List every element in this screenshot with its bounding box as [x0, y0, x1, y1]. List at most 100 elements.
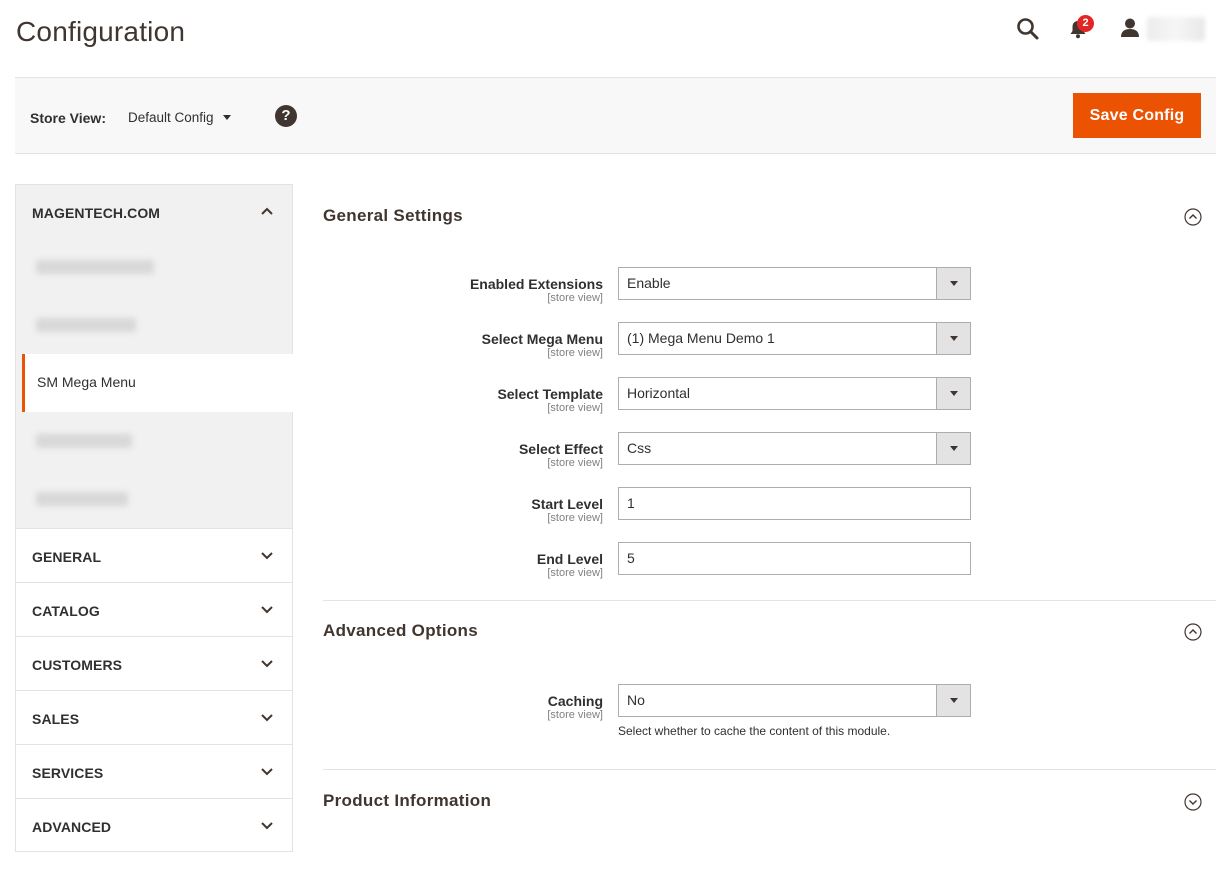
field-row-select-template: Select Template [store view] Horizontal — [323, 377, 1216, 432]
field-scope: [store view] — [547, 512, 603, 524]
field-row-select-mega-menu: Select Mega Menu [store view] (1) Mega M… — [323, 322, 1216, 377]
field-label: End Level — [536, 551, 603, 567]
template-select[interactable]: Horizontal — [618, 377, 971, 410]
field-scope: [store view] — [547, 292, 603, 304]
sidebar-section-title: CATALOG — [32, 603, 100, 619]
field-scope: [store view] — [547, 709, 603, 721]
sidebar-item-label: SM Mega Menu — [37, 374, 136, 390]
field-label-group: Start Level [store view] — [531, 496, 603, 524]
chevron-down-icon — [261, 768, 273, 776]
sidebar-section-catalog[interactable]: CATALOG — [15, 582, 293, 636]
config-main: General Settings Enabled Extensions [sto… — [323, 184, 1216, 830]
select-value: Css — [627, 440, 652, 456]
sidebar-section-title: MAGENTECH.COM — [32, 205, 161, 221]
store-view-switcher[interactable]: Default Config — [128, 110, 231, 125]
sidebar-section-title: GENERAL — [32, 549, 102, 565]
select-value: Enable — [627, 275, 671, 291]
sidebar-section-title: SALES — [32, 711, 80, 727]
dropdown-arrow-icon — [936, 378, 970, 409]
save-config-button[interactable]: Save Config — [1073, 93, 1201, 138]
field-label-group: End Level [store view] — [537, 551, 603, 579]
chevron-down-icon — [261, 714, 273, 722]
dropdown-arrow-icon — [936, 685, 970, 716]
sidebar-section-general[interactable]: GENERAL — [15, 528, 293, 582]
chevron-up-icon — [261, 207, 273, 215]
enabled-extensions-select[interactable]: Enable — [618, 267, 971, 300]
chevron-down-icon — [261, 606, 273, 614]
caching-note: Select whether to cache the content of t… — [618, 724, 891, 738]
dropdown-arrow-icon — [936, 268, 970, 299]
field-label-group: Select Template [store view] — [497, 386, 603, 414]
store-view-bar: Store View: Default Config ? Save Config — [15, 77, 1216, 154]
dropdown-arrow-icon — [936, 323, 970, 354]
select-value: (1) Mega Menu Demo 1 — [627, 330, 775, 346]
sidebar-section-advanced[interactable]: ADVANCED — [15, 798, 293, 852]
sidebar-submenu: SM Mega Menu — [15, 238, 293, 528]
search-icon[interactable] — [1015, 16, 1041, 42]
field-label: Start Level — [531, 496, 603, 512]
sidebar-section-customers[interactable]: CUSTOMERS — [15, 636, 293, 690]
field-scope: [store view] — [547, 402, 603, 414]
field-row-end-level: End Level [store view] 5 — [323, 542, 1216, 597]
expand-down-icon — [1184, 793, 1202, 811]
field-row-caching: Caching [store view] No Select whether t… — [323, 684, 1216, 769]
sidebar-item-redacted-1[interactable] — [16, 238, 292, 296]
field-scope: [store view] — [547, 347, 603, 359]
effect-select[interactable]: Css — [618, 432, 971, 465]
store-view-label: Store View: — [30, 110, 106, 126]
notifications-bell-icon[interactable]: 2 — [1067, 15, 1094, 42]
dropdown-arrow-icon — [936, 433, 970, 464]
sidebar-section-title: SERVICES — [32, 765, 104, 781]
sidebar-item-redacted-2[interactable] — [16, 296, 292, 354]
product-information-header[interactable]: Product Information — [323, 770, 1216, 830]
sidebar-section-title: ADVANCED — [32, 819, 112, 835]
field-label-group: Caching [store view] — [547, 693, 603, 721]
sidebar-item-redacted-3[interactable] — [16, 412, 292, 470]
start-level-input[interactable]: 1 — [618, 487, 971, 520]
general-settings-title: General Settings — [323, 206, 463, 225]
sidebar-section-title: CUSTOMERS — [32, 657, 123, 673]
field-label: Enabled Extensions — [469, 276, 603, 292]
advanced-options-title: Advanced Options — [323, 621, 478, 640]
select-value: Horizontal — [627, 385, 691, 401]
store-view-selected: Default Config — [128, 110, 214, 125]
field-label: Caching — [547, 693, 603, 709]
collapse-up-icon — [1184, 208, 1202, 226]
sidebar-section-services[interactable]: SERVICES — [15, 744, 293, 798]
field-label: Select Template — [497, 386, 603, 402]
notification-count-badge: 2 — [1077, 15, 1094, 32]
mega-menu-select[interactable]: (1) Mega Menu Demo 1 — [618, 322, 971, 355]
field-label: Select Mega Menu — [481, 331, 603, 347]
input-value: 1 — [627, 495, 635, 511]
field-label-group: Select Effect [store view] — [519, 441, 603, 469]
sidebar-item-sm-mega-menu[interactable]: SM Mega Menu — [22, 354, 293, 412]
product-information-title: Product Information — [323, 791, 492, 810]
chevron-down-icon — [261, 822, 273, 830]
field-row-enabled-extensions: Enabled Extensions [store view] Enable — [323, 267, 1216, 322]
field-label-group: Enabled Extensions [store view] — [470, 276, 603, 304]
caching-select[interactable]: No — [618, 684, 971, 717]
field-scope: [store view] — [547, 457, 603, 469]
general-settings-header[interactable]: General Settings — [323, 184, 1216, 244]
field-label: Select Effect — [518, 441, 603, 457]
field-row-start-level: Start Level [store view] 1 — [323, 487, 1216, 542]
end-level-input[interactable]: 5 — [618, 542, 971, 575]
advanced-options-header[interactable]: Advanced Options — [323, 601, 1216, 661]
input-value: 5 — [627, 550, 635, 566]
help-icon[interactable]: ? — [275, 105, 297, 127]
sidebar-section-magentech[interactable]: MAGENTECH.COM — [15, 184, 293, 238]
field-label-group: Select Mega Menu [store view] — [482, 331, 603, 359]
page-title: Configuration — [16, 16, 186, 47]
config-sidebar: MAGENTECH.COM SM Mega Menu GENERAL CATAL… — [15, 184, 293, 852]
user-name-redacted[interactable] — [1147, 17, 1205, 41]
select-value: No — [627, 692, 645, 708]
sidebar-section-sales[interactable]: SALES — [15, 690, 293, 744]
chevron-down-icon — [261, 660, 273, 668]
field-row-select-effect: Select Effect [store view] Css — [323, 432, 1216, 487]
caret-down-icon — [222, 114, 231, 120]
user-account-icon[interactable] — [1119, 17, 1143, 41]
collapse-up-icon — [1184, 623, 1202, 641]
chevron-down-icon — [261, 552, 273, 560]
sidebar-item-redacted-4[interactable] — [16, 470, 292, 528]
field-scope: [store view] — [547, 567, 603, 579]
